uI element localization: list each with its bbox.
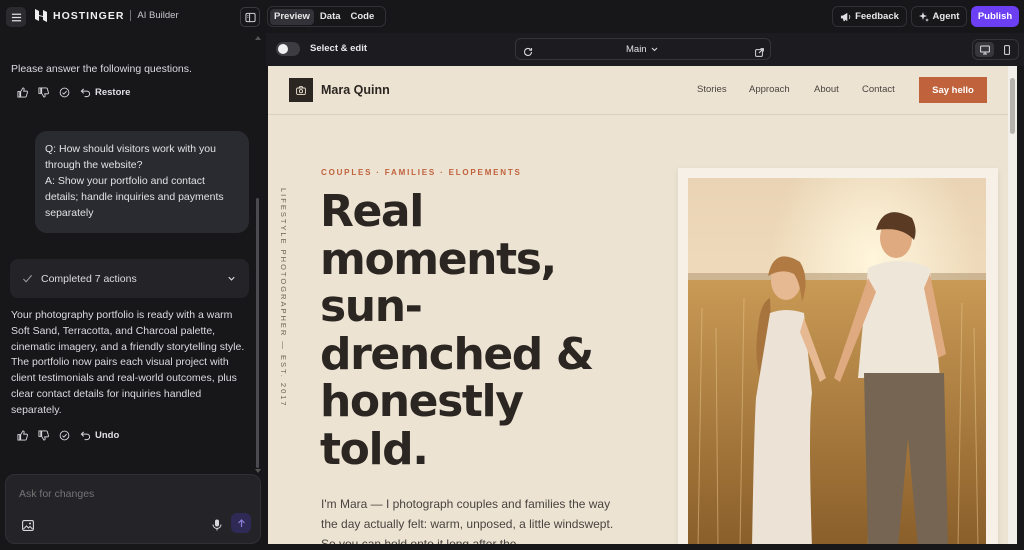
vertical-tagline-text: LIFESTYLE PHOTOGRAPHER — EST. 2017 bbox=[279, 188, 288, 408]
headline-line: sun- bbox=[320, 281, 423, 332]
hero-photo bbox=[688, 178, 986, 544]
brand-name: HOSTINGER bbox=[53, 9, 125, 22]
scroll-down-arrow[interactable] bbox=[255, 469, 261, 473]
assistant-message: Please answer the following questions. bbox=[11, 63, 192, 75]
hero-headline: Real moments, sun- drenched & honestly t… bbox=[320, 188, 640, 473]
feedback-button[interactable]: Feedback bbox=[832, 6, 907, 27]
nav-link-approach[interactable]: Approach bbox=[749, 84, 790, 95]
agent-label: Agent bbox=[932, 11, 960, 22]
top-bar: HOSTINGER AI Builder Preview Data Code F… bbox=[0, 0, 1024, 33]
reload-icon bbox=[524, 47, 533, 56]
camera-logo bbox=[289, 78, 313, 102]
menu-button[interactable] bbox=[6, 7, 26, 27]
message-actions: Restore bbox=[17, 87, 130, 98]
headline-line: Real bbox=[320, 186, 424, 237]
preview-toolbar: Select & edit Main bbox=[266, 33, 1024, 66]
mobile-view-button[interactable] bbox=[997, 42, 1016, 57]
hero-intro: I'm Mara — I photograph couples and fami… bbox=[321, 497, 614, 544]
headline-line: moments, bbox=[320, 233, 557, 285]
view-tabs: Preview Data Code bbox=[267, 6, 386, 27]
checkpoint-icon[interactable] bbox=[59, 430, 70, 441]
page-selector-bar: Main bbox=[515, 38, 771, 60]
restore-button[interactable]: Restore bbox=[80, 87, 130, 98]
microphone-icon bbox=[212, 519, 222, 531]
camera-icon bbox=[296, 85, 306, 95]
send-button[interactable] bbox=[231, 513, 251, 533]
page-name: Main bbox=[626, 44, 647, 55]
device-switcher bbox=[972, 39, 1019, 60]
user-message-question: Q: How should visitors work with you thr… bbox=[45, 143, 216, 171]
vertical-tagline: LIFESTYLE PHOTOGRAPHER — EST. 2017 bbox=[276, 188, 292, 414]
desktop-icon bbox=[979, 45, 990, 54]
reload-button[interactable] bbox=[523, 44, 533, 62]
thumbs-down-icon[interactable] bbox=[38, 87, 49, 98]
message-actions: Undo bbox=[17, 430, 119, 441]
site-brand[interactable]: Mara Quinn bbox=[289, 78, 390, 102]
agent-button[interactable]: Agent bbox=[911, 6, 967, 27]
website-preview: Mara Quinn Stories Approach About Contac… bbox=[268, 66, 1016, 544]
external-link-icon bbox=[755, 48, 764, 57]
select-edit-toggle[interactable] bbox=[276, 42, 300, 56]
arrow-up-icon bbox=[237, 518, 245, 527]
assistant-summary-message: Your photography portfolio is ready with… bbox=[11, 309, 245, 416]
product-name: AI Builder bbox=[137, 10, 179, 21]
say-hello-button[interactable]: Say hello bbox=[919, 77, 987, 103]
chevron-down-icon bbox=[651, 47, 657, 52]
hamburger-icon bbox=[11, 13, 21, 21]
mobile-icon bbox=[1003, 44, 1010, 55]
undo-button[interactable]: Undo bbox=[80, 430, 119, 441]
logo-divider bbox=[130, 10, 132, 21]
sidebar-layout-icon bbox=[244, 12, 256, 22]
couple-in-wheat-field-photo bbox=[688, 178, 986, 544]
site-brand-name: Mara Quinn bbox=[321, 83, 390, 97]
toggle-panel-button[interactable] bbox=[240, 7, 260, 27]
thumbs-up-icon[interactable] bbox=[17, 430, 28, 441]
microphone-button[interactable] bbox=[212, 518, 222, 536]
headline-line: honestly bbox=[320, 376, 524, 427]
undo-arrow-icon bbox=[80, 431, 91, 441]
thumbs-down-icon[interactable] bbox=[38, 430, 49, 441]
feedback-label: Feedback bbox=[855, 11, 899, 22]
site-header: Mara Quinn Stories Approach About Contac… bbox=[268, 66, 1016, 115]
select-edit-label: Select & edit bbox=[310, 43, 368, 54]
attach-image-button[interactable] bbox=[22, 518, 34, 536]
restore-label: Restore bbox=[95, 87, 131, 98]
hero-eyebrow: COUPLES · FAMILIES · ELOPEMENTS bbox=[321, 168, 522, 177]
chevron-down-icon bbox=[228, 276, 235, 281]
chat-composer bbox=[5, 474, 261, 544]
image-icon bbox=[22, 520, 34, 531]
check-icon bbox=[22, 274, 33, 283]
hostinger-logo-icon bbox=[35, 9, 47, 22]
completed-actions-label: Completed 7 actions bbox=[41, 272, 137, 285]
completed-actions-toggle[interactable]: Completed 7 actions bbox=[10, 259, 249, 298]
hero-photo-frame bbox=[678, 168, 998, 544]
publish-button[interactable]: Publish bbox=[971, 6, 1019, 27]
chat-panel: Please answer the following questions. R… bbox=[0, 33, 265, 550]
chat-scrollbar[interactable] bbox=[256, 198, 259, 468]
scroll-up-arrow[interactable] bbox=[255, 36, 261, 40]
nav-link-contact[interactable]: Contact bbox=[862, 84, 895, 95]
user-message-answer: A: Show your portfolio and contact detai… bbox=[45, 175, 224, 219]
undo-arrow-icon bbox=[80, 88, 91, 98]
user-message: Q: How should visitors work with you thr… bbox=[35, 131, 249, 233]
tab-preview[interactable]: Preview bbox=[270, 8, 314, 25]
megaphone-icon bbox=[841, 12, 851, 21]
thumbs-up-icon[interactable] bbox=[17, 87, 28, 98]
preview-scrollbar[interactable] bbox=[1008, 66, 1017, 544]
undo-label: Undo bbox=[95, 430, 120, 441]
tab-code[interactable]: Code bbox=[347, 9, 379, 25]
checkpoint-icon[interactable] bbox=[59, 87, 70, 98]
preview-scroll-thumb[interactable] bbox=[1010, 78, 1015, 134]
sparkle-icon bbox=[918, 11, 929, 22]
desktop-view-button[interactable] bbox=[975, 42, 994, 57]
headline-line: told. bbox=[320, 423, 429, 475]
open-external-button[interactable] bbox=[755, 44, 764, 62]
chat-input[interactable] bbox=[19, 488, 239, 500]
tab-data[interactable]: Data bbox=[316, 9, 345, 25]
page-dropdown[interactable]: Main bbox=[626, 44, 658, 55]
hostinger-logo: HOSTINGER AI Builder bbox=[35, 9, 179, 22]
headline-line: drenched & bbox=[320, 328, 594, 380]
nav-link-about[interactable]: About bbox=[814, 84, 839, 95]
nav-link-stories[interactable]: Stories bbox=[697, 84, 727, 95]
